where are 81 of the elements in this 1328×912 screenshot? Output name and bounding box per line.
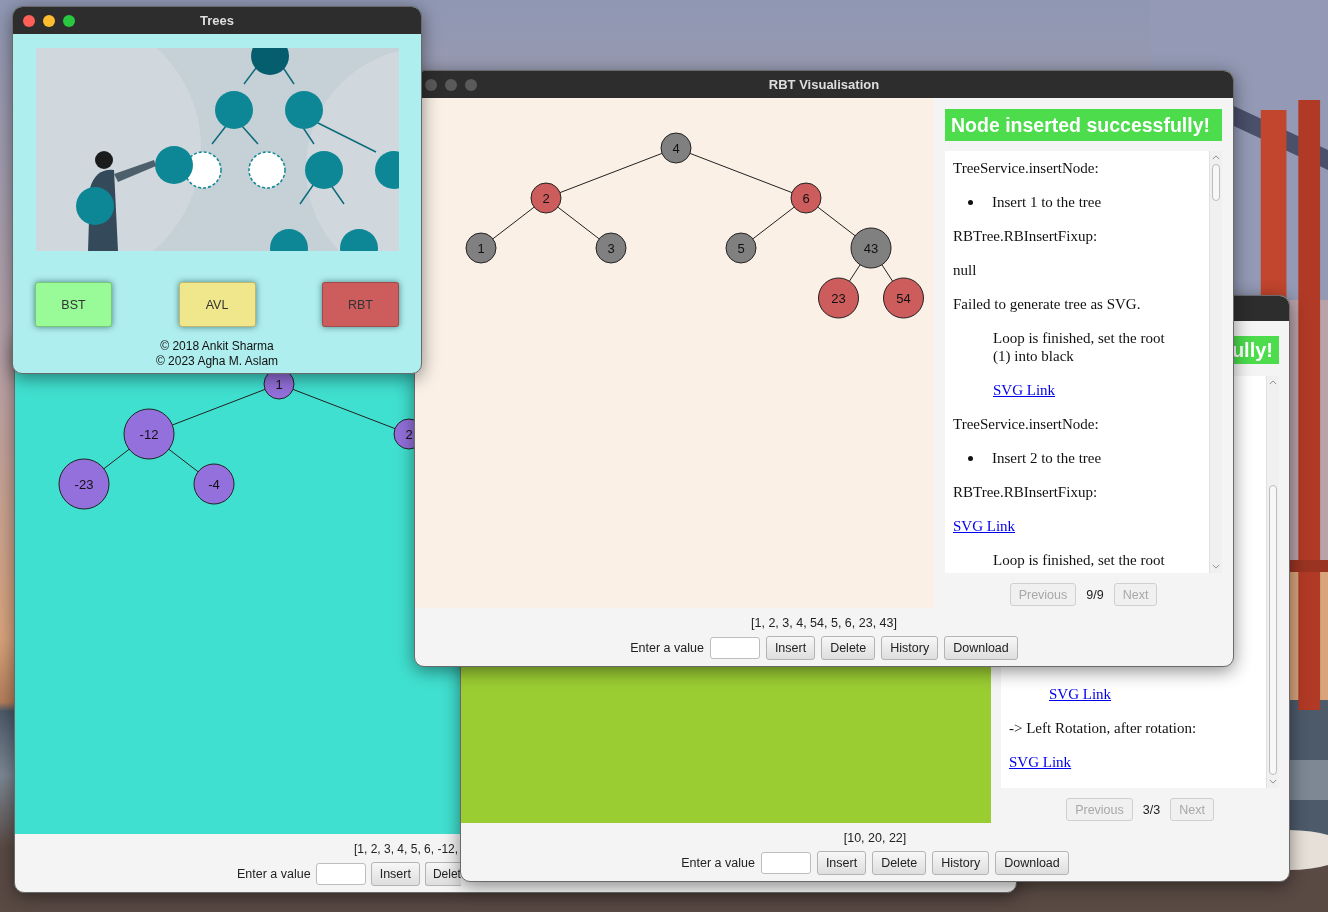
node-label: 2 [542, 190, 550, 206]
action-button[interactable]: Download [944, 636, 1018, 660]
node-label: 54 [896, 290, 911, 306]
values-list: [1, 2, 3, 4, 5, 6, -12, [354, 842, 459, 856]
action-button[interactable]: History [881, 636, 939, 660]
minimize-icon[interactable] [43, 14, 55, 27]
values-list: [1, 2, 3, 4, 54, 5, 6, 23, 43] [751, 616, 897, 630]
input-label: Enter a value [630, 641, 704, 655]
scroll-thumb[interactable] [1269, 485, 1277, 775]
log-text: Loop is finished, set the root [993, 551, 1166, 569]
page-counter: 9/9 [1086, 587, 1104, 602]
log-text: Insert 2 to the tree [992, 449, 1102, 467]
node-label: 1 [477, 240, 485, 256]
tree-edge [848, 264, 861, 282]
node-label: 43 [863, 240, 879, 256]
tree-type-button[interactable]: BST [35, 282, 112, 327]
bullet-icon [968, 455, 973, 461]
credit-text: © 2018 Ankit Sharma [160, 339, 274, 354]
action-button[interactable]: Download [995, 851, 1069, 875]
action-button[interactable]: Delete [821, 636, 876, 660]
up-caret-icon[interactable] [1212, 155, 1220, 160]
tree-edge [881, 264, 894, 282]
tree-edge [168, 448, 199, 473]
action-button[interactable]: Insert [370, 862, 420, 886]
value-field[interactable] [760, 852, 811, 874]
log-text: TreeService.insertNode: [953, 159, 1100, 177]
action-button[interactable]: Insert [765, 636, 816, 660]
node-label: -23 [74, 476, 94, 492]
status-banner: Node inserted successfully! [945, 109, 1222, 141]
scrollbar[interactable] [1209, 151, 1222, 573]
svg-link[interactable]: SVG Link [953, 517, 1016, 535]
bullet-icon [968, 199, 973, 205]
node-label: 4 [672, 140, 680, 156]
down-caret-icon[interactable] [1269, 779, 1277, 784]
input-label: Enter a value [681, 856, 755, 870]
window-title: RBT Visualisation [768, 77, 880, 92]
log-text: TreeService.insertNode: [953, 415, 1100, 433]
svg-link[interactable]: SVG Link [1009, 753, 1072, 771]
value-field[interactable] [709, 637, 760, 659]
log-text: null [953, 261, 978, 279]
node-label: -12 [139, 426, 159, 442]
action-button[interactable]: Delete [872, 851, 927, 875]
log-text: -> Left Rotation, after rotation: [1009, 719, 1198, 737]
tree-edge [752, 206, 795, 240]
tree-node [58, 458, 110, 510]
log-text: Failed to generate tree as SVG. [953, 295, 1142, 313]
value-field[interactable] [315, 863, 366, 885]
tree-edge [103, 448, 130, 470]
tree-node [123, 408, 175, 460]
input-label: Enter a value [237, 867, 311, 881]
credit-text: © 2023 Agha M. Aslam [155, 354, 279, 369]
log-text: Insert 1 to the tree [992, 193, 1102, 211]
maximize-icon[interactable] [63, 14, 75, 27]
values-list: [10, 20, 22] [843, 831, 907, 845]
window-title: Trees [200, 13, 234, 28]
up-caret-icon[interactable] [1269, 380, 1277, 385]
down-caret-icon[interactable] [1212, 564, 1220, 569]
svg-link[interactable]: SVG Link [1049, 685, 1112, 703]
node-label: 2 [405, 426, 413, 442]
tree-node [193, 463, 235, 505]
node-label: 5 [737, 240, 745, 256]
action-button[interactable]: Delet [424, 862, 461, 886]
svg-link[interactable]: SVG Link [993, 381, 1056, 399]
tree-edge [817, 206, 856, 237]
close-icon[interactable] [23, 14, 35, 27]
node-label: 3 [607, 240, 615, 256]
tree-edge [492, 206, 535, 240]
node-label: 1 [275, 376, 283, 392]
tree-type-button[interactable]: AVL [178, 282, 256, 327]
scroll-thumb[interactable] [1212, 164, 1220, 201]
action-button[interactable]: Insert [816, 851, 867, 875]
close-icon[interactable] [425, 78, 437, 91]
action-button[interactable]: History [932, 851, 990, 875]
node-label: 6 [802, 190, 810, 206]
tree-edge [557, 206, 600, 240]
page-counter: 3/3 [1142, 802, 1161, 817]
log-text: RBTree.RBInsertFixup: [953, 227, 1099, 245]
node-label: -4 [208, 476, 220, 492]
scrollbar[interactable] [1266, 376, 1279, 788]
log-text: RBTree.RBInsertFixup: [953, 483, 1099, 501]
node-label: 23 [831, 290, 846, 306]
